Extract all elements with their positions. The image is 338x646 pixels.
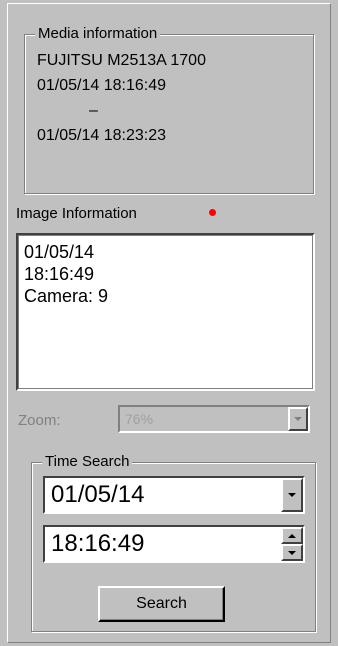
media-range-dash: – [89,102,98,119]
time-increment-button[interactable] [281,527,303,544]
media-device-name: FUJITSU M2513A 1700 [37,52,206,69]
image-information-box[interactable]: 01/05/14 18:16:49 Camera: 9 [16,233,315,391]
date-select[interactable]: 01/05/14 [43,476,305,514]
recording-indicator-icon [209,209,216,216]
zoom-value: 76% [125,411,154,427]
chevron-down-icon [288,550,296,555]
zoom-label: Zoom: [18,412,61,429]
media-end-time: 01/05/14 18:23:23 [37,127,167,144]
media-information-lines: FUJITSU M2513A 1700 01/05/14 18:16:49 – … [37,48,206,148]
chevron-down-icon [288,493,296,497]
search-button[interactable]: Search [98,586,225,622]
chevron-down-icon [294,417,302,421]
image-camera: Camera: 9 [24,286,109,306]
image-time: 18:16:49 [24,264,95,284]
time-field[interactable]: 18:16:49 [43,525,305,563]
chevron-up-icon [288,533,296,538]
media-start-time: 01/05/14 18:16:49 [37,77,167,94]
image-date: 01/05/14 [24,242,95,262]
image-information-label: Image Information [16,205,137,222]
zoom-dropdown-button [288,407,308,431]
media-information-legend: Media information [35,25,161,43]
time-search-legend: Time Search [42,453,133,471]
date-dropdown-button[interactable] [281,478,303,512]
time-value: 18:16:49 [51,530,145,557]
time-decrement-button[interactable] [281,544,303,561]
date-value: 01/05/14 [51,481,145,508]
media-information-group: Media information FUJITSU M2513A 1700 01… [24,25,314,194]
zoom-select: 76% [118,405,310,433]
